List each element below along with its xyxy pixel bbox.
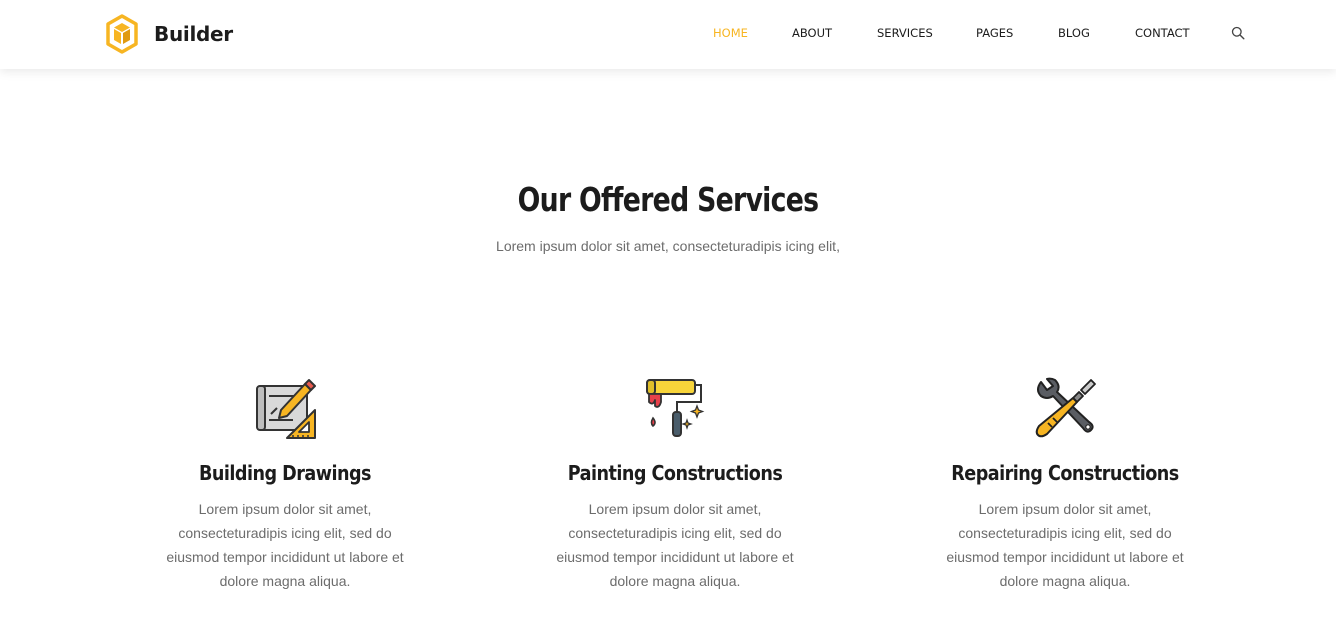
nav-services[interactable]: SERVICES [877, 26, 933, 40]
brand-name: Builder [154, 22, 233, 46]
nav-pages[interactable]: PAGES [976, 26, 1013, 40]
nav-blog[interactable]: BLOG [1058, 26, 1090, 40]
service-description: Lorem ipsum dolor sit amet, consectetura… [166, 501, 404, 589]
paint-roller-icon [646, 379, 705, 437]
service-title: Building Drawings [199, 461, 372, 485]
brand-logo-link[interactable]: Builder [105, 14, 233, 54]
service-title: Painting Constructions [567, 461, 783, 485]
nav-contact[interactable]: CONTACT [1135, 26, 1190, 40]
service-card-building-drawings: Building Drawings Lorem ipsum dolor sit … [155, 376, 415, 593]
blueprint-ruler-icon [256, 379, 316, 439]
service-description: Lorem ipsum dolor sit amet, consectetura… [556, 501, 794, 589]
hexagon-box-icon [106, 14, 138, 54]
search-icon[interactable] [1231, 26, 1245, 40]
navbar: Builder HOME ABOUT SERVICES PAGES BLOG C… [0, 0, 1336, 69]
service-title: Repairing Constructions [951, 461, 1179, 485]
nav-about[interactable]: ABOUT [792, 26, 832, 40]
wrench-screwdriver-icon [1035, 377, 1096, 438]
service-description: Lorem ipsum dolor sit amet, consectetura… [946, 501, 1184, 589]
section-subtitle: Lorem ipsum dolor sit amet, consectetura… [496, 238, 840, 254]
service-card-painting-constructions: Painting Constructions Lorem ipsum dolor… [545, 376, 805, 593]
service-card-repairing-constructions: Repairing Constructions Lorem ipsum dolo… [935, 376, 1195, 593]
nav-home[interactable]: HOME [713, 26, 748, 40]
section-title: Our Offered Services [517, 180, 819, 219]
